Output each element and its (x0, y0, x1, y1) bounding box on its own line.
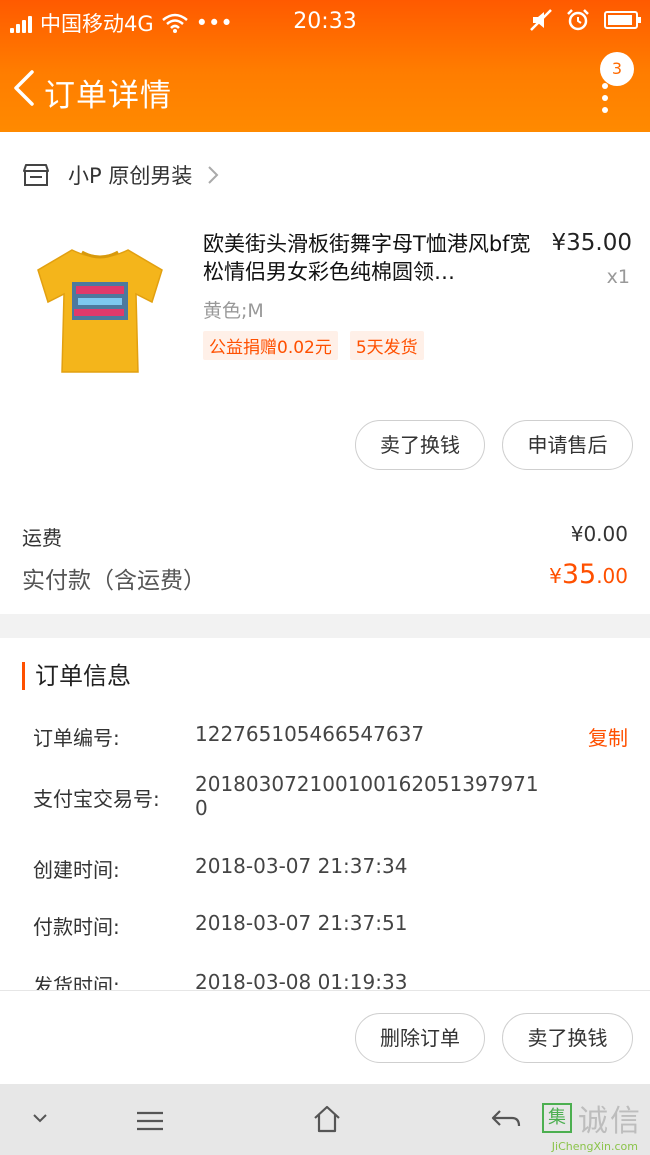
paid-integer: 35 (561, 559, 597, 590)
shop-name: 小P 原创男装 (68, 164, 193, 188)
menu-icon[interactable] (135, 1110, 165, 1132)
more-menu-icon[interactable] (602, 83, 610, 119)
status-right (530, 8, 641, 32)
shipping-days-tag: 5天发货 (349, 331, 424, 360)
mute-icon (530, 9, 552, 31)
product-quantity: x1 (606, 266, 630, 288)
paid-amount-value: ¥35.00 (549, 559, 628, 590)
shipped-time-value: 2018-03-08 01:19:33 (195, 970, 408, 990)
back-arrow-icon[interactable] (10, 68, 40, 108)
created-time-label: 创建时间: (33, 858, 120, 882)
created-time-value: 2018-03-07 21:37:34 (195, 854, 408, 878)
alipay-trade-number-value: 2018030721001001620513979710 (195, 772, 539, 820)
paid-amount-label: 实付款（含运费） (22, 568, 206, 594)
order-info-title: 订单信息 (22, 662, 131, 690)
copy-order-number-button[interactable]: 复制 (588, 722, 628, 751)
home-icon[interactable] (312, 1104, 342, 1134)
paid-amount-row: 实付款（含运费） ¥35.00 (22, 559, 628, 595)
order-number-label: 订单编号: (33, 726, 120, 750)
product-price: ¥35.00 (551, 230, 632, 256)
app-header: 中国移动4G ••• 20:33 订单详情 3 (0, 0, 650, 132)
after-sale-button[interactable]: 申请售后 (502, 420, 633, 470)
watermark: 集 诚信 JiChengXin.com (542, 1096, 642, 1153)
shipping-fee-label: 运费 (22, 526, 62, 550)
paid-time-value: 2018-03-07 21:37:51 (195, 911, 408, 935)
chevron-down-icon[interactable] (32, 1112, 48, 1124)
page-title: 订单详情 (44, 78, 172, 114)
watermark-text: 诚信 (578, 1104, 642, 1139)
alarm-icon (567, 9, 589, 31)
watermark-url: JiChengXin.com (551, 1140, 638, 1153)
shipping-fee-row: 运费 ¥0.00 (22, 522, 628, 551)
chevron-right-icon (208, 166, 219, 184)
order-number-value: 122765105466547637 (195, 722, 425, 746)
store-icon (23, 164, 49, 186)
sell-for-cash-bottom-button[interactable]: 卖了换钱 (502, 1013, 633, 1063)
paid-currency: ¥ (549, 564, 562, 588)
back-icon[interactable] (490, 1108, 522, 1130)
notification-badge[interactable]: 3 (600, 52, 634, 86)
sell-for-cash-button[interactable]: 卖了换钱 (355, 420, 485, 470)
shop-link[interactable]: 小P 原创男装 (22, 160, 220, 190)
bottom-action-bar: 删除订单 卖了换钱 (0, 990, 650, 1084)
product-thumbnail[interactable] (22, 222, 178, 392)
battery-icon (604, 11, 641, 29)
order-info-section: 订单信息 复制 订单编号: 122765105466547637 支付宝交易号:… (0, 638, 650, 990)
delete-order-button[interactable]: 删除订单 (355, 1013, 485, 1063)
product-tags: 公益捐赠0.02元 5天发货 (203, 331, 424, 360)
paid-decimal: .00 (596, 564, 628, 588)
paid-time-label: 付款时间: (33, 915, 120, 939)
nav-bar: 订单详情 (0, 46, 650, 132)
product-spec: 黄色;M (203, 300, 264, 322)
alipay-trade-number-label: 支付宝交易号: (33, 787, 160, 811)
shipping-fee-value: ¥0.00 (570, 522, 628, 546)
watermark-logo: 集 (542, 1103, 572, 1133)
system-nav-bar: 集 诚信 JiChengXin.com (0, 1084, 650, 1155)
product-name[interactable]: 欧美街头滑板街舞字母T恤港风bf宽松情侣男女彩色纯棉圆领… (203, 230, 533, 286)
shipped-time-label: 发货时间: (33, 974, 120, 990)
charity-tag: 公益捐赠0.02元 (203, 331, 338, 360)
status-bar: 中国移动4G ••• 20:33 (0, 0, 650, 46)
